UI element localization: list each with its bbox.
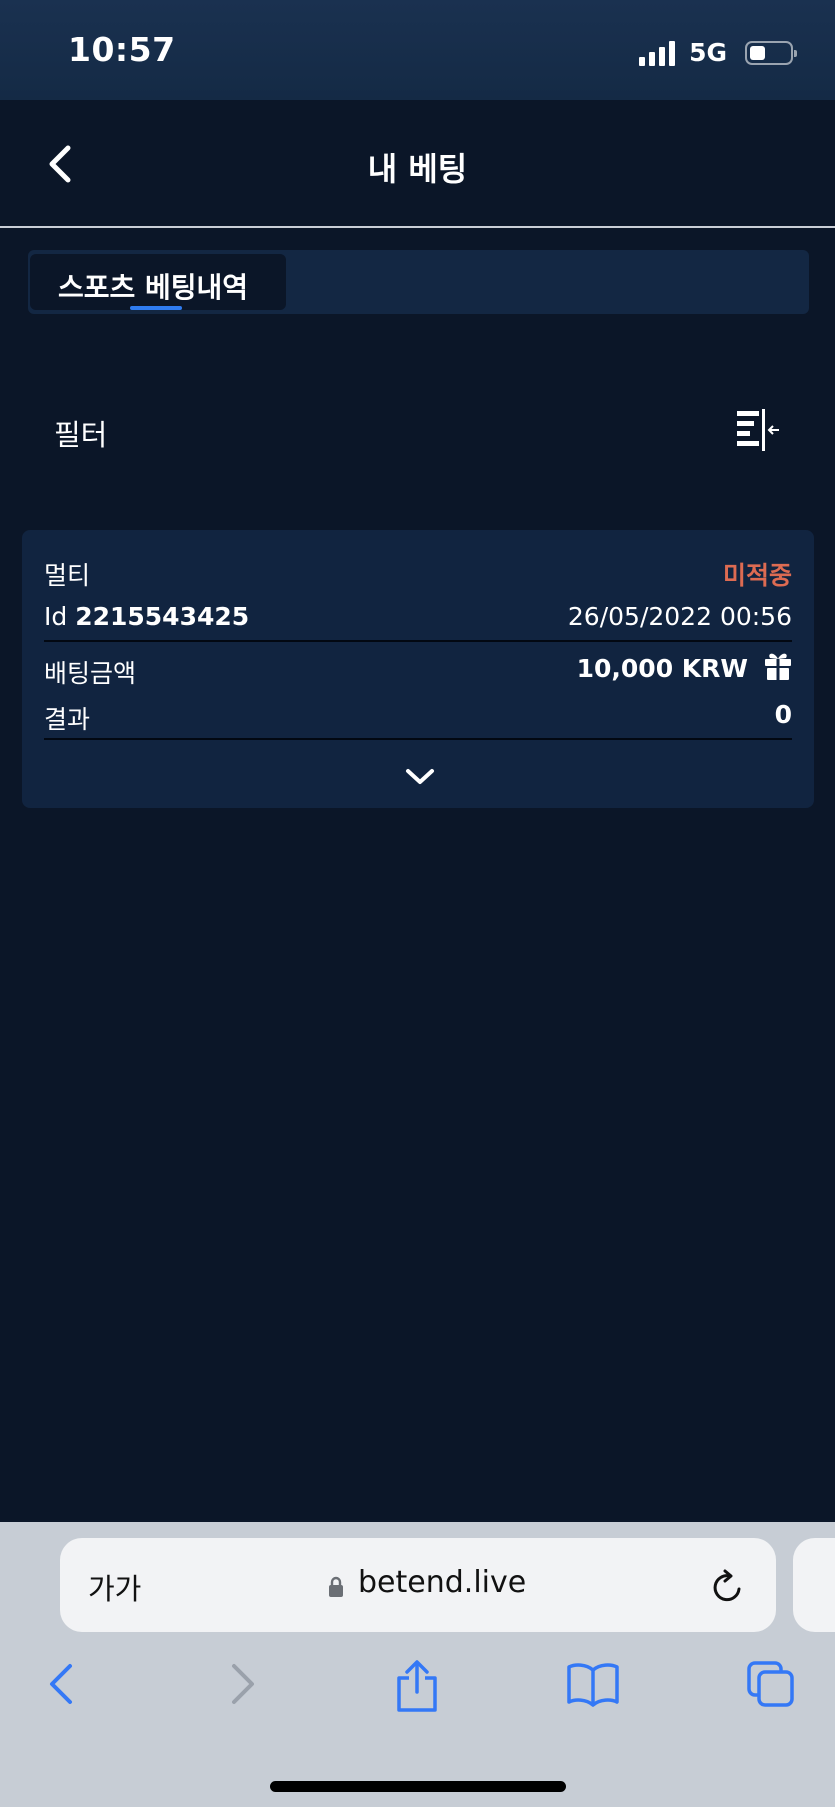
text-size-button[interactable]: 가가 [88,1566,141,1608]
status-indicators: 5G [639,38,797,67]
lock-icon [329,1576,343,1597]
browser-toolbar: 가가 betend.live [0,1522,835,1807]
browser-back-button[interactable] [46,1660,76,1708]
chevron-down-icon [406,769,434,784]
status-time: 10:57 [68,30,176,69]
bet-result-row: 결과 0 [44,700,792,740]
filter-button[interactable] [735,408,781,452]
bet-type: 멀티 [44,561,91,590]
back-icon [50,1664,72,1704]
page-title: 내 베팅 [367,150,468,188]
url-text: betend.live [358,1565,527,1600]
network-type: 5G [689,38,727,67]
stake-value: 10,000 KRW [576,654,748,683]
filter-label: 필터 [54,418,108,452]
browser-forward-button[interactable] [228,1660,258,1708]
expand-button[interactable] [403,766,437,788]
gift-icon [765,653,791,680]
tab-sports-bet-history[interactable]: 스포츠 베팅내역 [30,254,286,310]
bet-id-value: 2215543425 [75,602,250,631]
bet-card[interactable]: 멀티 미적중 Id 2215543425 26/05/2022 00:56 배팅… [22,530,814,808]
app-header: 내 베팅 [0,100,835,228]
bookmarks-button[interactable] [566,1660,620,1708]
stake-label: 배팅금액 [44,659,137,688]
battery-icon [745,40,797,65]
reload-icon[interactable] [710,1568,746,1606]
next-tab-preview[interactable] [793,1538,835,1632]
share-icon [397,1660,437,1712]
tabs-icon [747,1661,794,1707]
bet-id: Id 2215543425 [44,602,249,631]
tab-active-indicator [130,306,182,310]
bet-stake-row: 배팅금액 10,000 KRW [44,653,792,694]
divider [44,640,792,642]
status-bar: 10:57 5G [0,0,835,100]
share-button[interactable] [394,1660,440,1712]
tab-bar: 스포츠 베팅내역 [28,250,809,314]
divider [44,738,792,740]
bet-datetime: 26/05/2022 00:56 [567,602,792,631]
bet-header-row: 멀티 미적중 [44,556,792,596]
forward-icon [232,1664,254,1704]
bet-id-row: Id 2215543425 26/05/2022 00:56 [44,602,792,642]
bet-id-label: Id [44,602,68,631]
address-bar[interactable]: 가가 betend.live [60,1538,776,1632]
tabs-button[interactable] [746,1660,796,1708]
filter-collapse-icon [737,409,779,451]
bookmarks-icon [567,1663,619,1707]
result-label: 결과 [44,705,91,734]
signal-icon [639,40,676,66]
tab-label: 스포츠 베팅내역 [58,271,249,304]
home-indicator [270,1781,566,1792]
result-value: 0 [774,700,792,729]
bet-status: 미적중 [722,561,792,590]
